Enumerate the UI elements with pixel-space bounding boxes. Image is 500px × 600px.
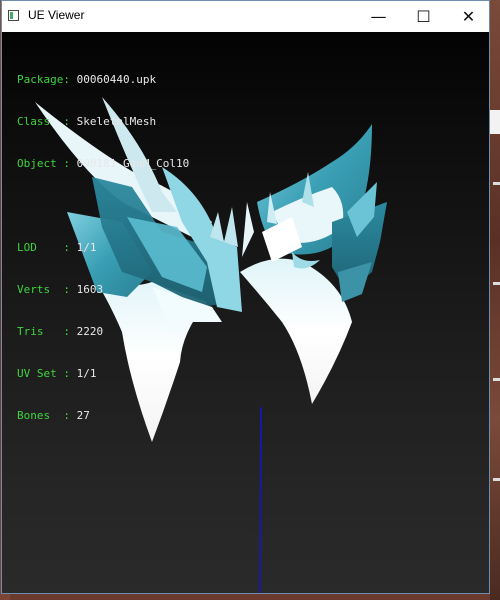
close-icon: ✕: [461, 7, 476, 26]
mesh-info-overlay: Package: 00060440.upk Class : SkeletalMe…: [17, 45, 189, 451]
tris-value: 2220: [76, 325, 104, 338]
info-class-row: Class : SkeletalMesh: [17, 115, 189, 129]
info-spacer: [17, 199, 189, 213]
object-label: Object :: [17, 157, 77, 170]
minimize-icon: —: [370, 7, 387, 26]
info-lod-row: LOD : 1/1: [17, 241, 189, 255]
right-wing: [240, 124, 387, 404]
desktop-background-right: [490, 0, 500, 600]
background-window-edge: [490, 110, 500, 134]
info-bones-row: Bones : 27: [17, 409, 189, 423]
app-icon[interactable]: [8, 10, 19, 21]
background-decoration: [493, 282, 500, 285]
background-decoration: [493, 182, 500, 185]
lod-label: LOD :: [17, 241, 77, 254]
info-verts-row: Verts : 1603: [17, 283, 189, 297]
maximize-icon: ☐: [416, 7, 431, 26]
class-value: SkeletalMesh: [76, 115, 157, 128]
info-object-row: Object : 090181_GonM_Col10: [17, 157, 189, 171]
close-button[interactable]: ✕: [446, 1, 491, 32]
uvset-label: UV Set :: [17, 367, 77, 380]
verts-value: 1603: [76, 283, 104, 296]
3d-viewport[interactable]: Package: 00060440.upk Class : SkeletalMe…: [2, 32, 489, 593]
background-decoration: [493, 478, 500, 481]
vertical-axis-line: [259, 406, 262, 593]
tris-label: Tris :: [17, 325, 77, 338]
lod-value: 1/1: [76, 241, 97, 254]
info-uvset-row: UV Set : 1/1: [17, 367, 189, 381]
ue-viewer-window: UE Viewer — ☐ ✕ Package: 00060440.upk Cl…: [1, 0, 490, 594]
class-label: Class :: [17, 115, 77, 128]
maximize-button[interactable]: ☐: [401, 1, 446, 32]
package-value: 00060440.upk: [76, 73, 157, 86]
bones-value: 27: [76, 409, 90, 422]
uvset-value: 1/1: [76, 367, 97, 380]
object-value: 090181_GonM_Col10: [76, 157, 190, 170]
verts-label: Verts :: [17, 283, 77, 296]
background-decoration: [493, 378, 500, 381]
info-tris-row: Tris : 2220: [17, 325, 189, 339]
window-title: UE Viewer: [28, 8, 85, 22]
package-label: Package:: [17, 73, 77, 86]
title-bar[interactable]: UE Viewer — ☐ ✕: [2, 1, 489, 32]
minimize-button[interactable]: —: [356, 1, 401, 32]
bones-label: Bones :: [17, 409, 77, 422]
info-package-row: Package: 00060440.upk: [17, 73, 189, 87]
